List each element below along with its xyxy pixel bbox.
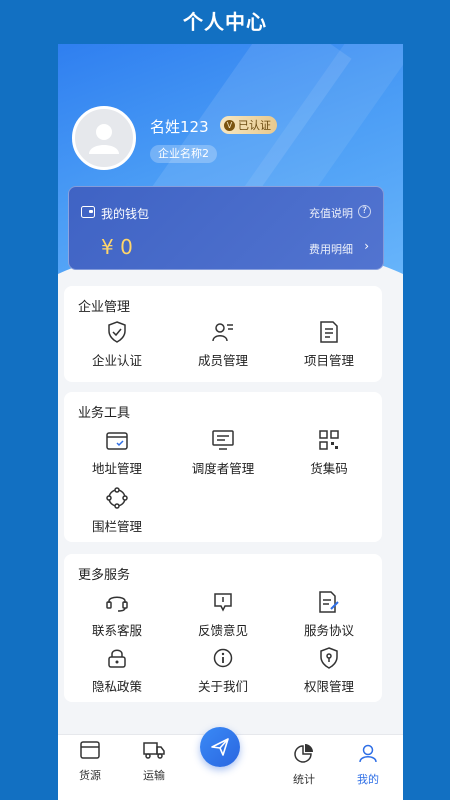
- shield-check-icon: [108, 321, 126, 343]
- verified-label: 已认证: [238, 119, 271, 132]
- default-avatar-icon: [89, 124, 119, 154]
- page-title: 个人中心: [183, 10, 267, 34]
- fence-icon: [106, 487, 128, 509]
- agreement-icon: [319, 591, 339, 613]
- tab-label: 运输: [143, 769, 165, 782]
- section-title: 更多服务: [78, 568, 131, 583]
- user-name: 名姓123: [150, 118, 209, 136]
- avatar[interactable]: [72, 106, 136, 170]
- lock-icon: [108, 649, 126, 668]
- wallet-icon: [81, 206, 95, 218]
- send-plane-icon: [211, 738, 229, 756]
- wallet-card[interactable]: 我的钱包 充值说明 ? ¥ 0 费用明细 ›: [68, 186, 384, 270]
- section-title: 企业管理: [78, 300, 131, 315]
- item-label: 调度者管理: [191, 461, 255, 476]
- tab-mine[interactable]: 我的: [338, 743, 398, 787]
- more-services-card: 更多服务 联系客服 反馈意见 服务协议 隐私政策 关于我们 权限管理: [64, 554, 382, 702]
- feedback-icon: [214, 593, 232, 612]
- permission-management-item[interactable]: 权限管理: [276, 646, 382, 695]
- item-label: 服务协议: [303, 623, 354, 638]
- chevron-right-icon: ›: [364, 239, 369, 253]
- fence-management-item[interactable]: 围栏管理: [64, 486, 170, 535]
- tab-label: 我的: [357, 773, 379, 786]
- address-management-item[interactable]: 地址管理: [64, 428, 170, 477]
- tab-transport[interactable]: 运输: [124, 741, 184, 783]
- item-label: 关于我们: [197, 679, 248, 694]
- recharge-info-link[interactable]: 充值说明: [309, 205, 353, 221]
- item-label: 围栏管理: [91, 519, 142, 534]
- tab-label: 货源: [79, 769, 101, 782]
- privacy-policy-item[interactable]: 隐私政策: [64, 646, 170, 695]
- feedback-item[interactable]: 反馈意见: [170, 590, 276, 639]
- qr-code-icon: [319, 430, 339, 450]
- wallet-balance: ¥ 0: [101, 235, 133, 259]
- cargo-code-item[interactable]: 货集码: [276, 428, 382, 477]
- item-label: 权限管理: [303, 679, 354, 694]
- address-card-icon: [106, 432, 128, 450]
- about-us-item[interactable]: 关于我们: [170, 646, 276, 695]
- item-label: 地址管理: [91, 461, 142, 476]
- monitor-icon: [212, 430, 234, 450]
- verified-badge: V 已认证: [220, 116, 277, 134]
- verified-icon: V: [224, 119, 235, 131]
- user-icon: [359, 744, 377, 763]
- headset-icon: [106, 596, 128, 612]
- member-management-item[interactable]: 成员管理: [170, 320, 276, 369]
- publish-button[interactable]: [200, 727, 240, 767]
- wallet-title: 我的钱包: [101, 207, 150, 221]
- item-label: 企业认证: [91, 353, 142, 368]
- project-management-item[interactable]: 项目管理: [276, 320, 382, 369]
- item-label: 成员管理: [197, 353, 248, 368]
- section-title: 业务工具: [78, 406, 131, 421]
- enterprise-certification-item[interactable]: 企业认证: [64, 320, 170, 369]
- contact-support-item[interactable]: 联系客服: [64, 590, 170, 639]
- tab-cargo-source[interactable]: 货源: [60, 741, 120, 783]
- enterprise-management-card: 企业管理 企业认证 成员管理 项目管理: [64, 286, 382, 382]
- members-icon: [212, 323, 233, 342]
- item-label: 联系客服: [91, 623, 142, 638]
- item-label: 反馈意见: [197, 623, 248, 638]
- info-icon: [213, 648, 233, 668]
- item-label: 项目管理: [303, 353, 354, 368]
- pie-chart-icon: [294, 744, 313, 763]
- truck-icon: [143, 742, 165, 759]
- help-icon[interactable]: ?: [358, 205, 371, 218]
- permission-shield-icon: [320, 647, 338, 669]
- tab-label: 统计: [293, 773, 315, 786]
- business-tools-card: 业务工具 地址管理 调度者管理 货集码 围栏管理: [64, 392, 382, 542]
- document-icon: [320, 321, 338, 343]
- dispatcher-management-item[interactable]: 调度者管理: [170, 428, 276, 477]
- tab-statistics[interactable]: 统计: [274, 743, 334, 787]
- service-agreement-item[interactable]: 服务协议: [276, 590, 382, 639]
- item-label: 货集码: [310, 461, 348, 476]
- bottom-tab-bar: 货源 运输 统计 我的: [58, 727, 403, 800]
- item-label: 隐私政策: [91, 679, 142, 694]
- app-screen: 名姓123 V 已认证 企业名称2 我的钱包 充值说明 ? ¥ 0 费用明细 ›…: [58, 44, 403, 800]
- fee-details-link[interactable]: 费用明细: [309, 241, 353, 257]
- cargo-box-icon: [80, 741, 100, 759]
- company-name-tag[interactable]: 企业名称2: [150, 145, 217, 163]
